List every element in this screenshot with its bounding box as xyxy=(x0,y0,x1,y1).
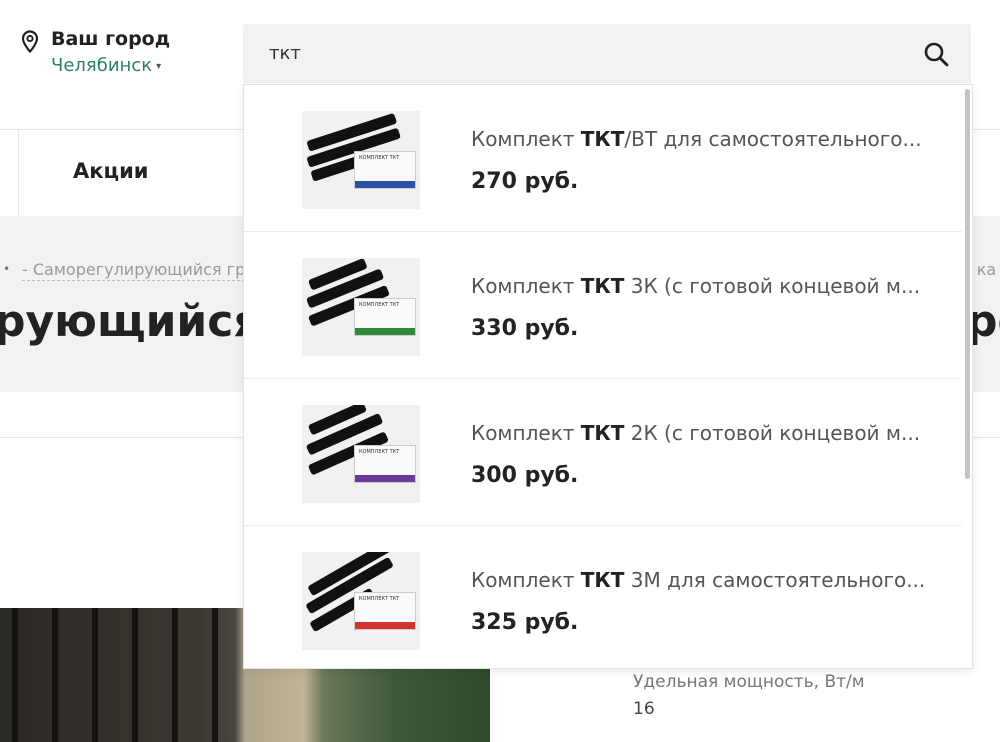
suggestion-price: 325 руб. xyxy=(471,610,579,635)
suggestion-item[interactable]: КОМПЛЕКТ ТКТ Комплект ТКТ 3К (с готовой … xyxy=(244,232,962,379)
suggestion-name: Комплект ТКТ 2К (с готовой концевой м... xyxy=(471,421,921,445)
suggestion-item[interactable]: КОМПЛЕКТ ТКТ Комплект ТКТ 3М для самосто… xyxy=(244,526,962,668)
suggestion-name: Комплект ТКТ 3М для самостоятельного... xyxy=(471,568,926,592)
city-label: Ваш город xyxy=(51,28,171,50)
spec-label: Удельная мощность, Вт/м xyxy=(633,672,865,692)
city-value[interactable]: Челябинск ▾ xyxy=(51,55,161,76)
breadcrumb[interactable]: - Саморегулирующийся гр xyxy=(22,260,246,281)
nav-item-akcii[interactable]: Акции xyxy=(73,159,149,183)
search-icon[interactable] xyxy=(923,41,949,67)
suggestion-price: 300 руб. xyxy=(471,463,579,488)
product-thumbnail: КОМПЛЕКТ ТКТ xyxy=(302,552,420,650)
nav-divider xyxy=(18,130,19,216)
thumb-caption: КОМПЛЕКТ ТКТ xyxy=(359,155,400,161)
thumb-caption: КОМПЛЕКТ ТКТ xyxy=(359,302,400,308)
scrollbar-thumb[interactable] xyxy=(965,89,970,479)
suggestion-item[interactable]: КОМПЛЕКТ ТКТ Комплект ТКТ 2К (с готовой … xyxy=(244,379,962,526)
suggestion-price: 330 руб. xyxy=(471,316,579,341)
spec-value: 16 xyxy=(633,699,655,719)
thumb-caption: КОМПЛЕКТ ТКТ xyxy=(359,596,400,602)
suggestion-name: Комплект ТКТ 3К (с готовой концевой м... xyxy=(471,274,921,298)
search-input[interactable] xyxy=(269,38,889,68)
breadcrumb-dot: • xyxy=(3,262,11,276)
search-box xyxy=(243,24,971,83)
page-title: рующийся xyxy=(0,296,262,347)
thumb-caption: КОМПЛЕКТ ТКТ xyxy=(359,449,400,455)
suggestion-price: 270 руб. xyxy=(471,169,579,194)
chevron-down-icon: ▾ xyxy=(156,60,162,72)
suggestion-item[interactable]: КОМПЛЕКТ ТКТ Комплект ТКТ/ВТ для самосто… xyxy=(244,85,962,232)
search-suggestions: КОМПЛЕКТ ТКТ Комплект ТКТ/ВТ для самосто… xyxy=(243,84,973,669)
location-pin-icon xyxy=(21,30,39,54)
product-thumbnail: КОМПЛЕКТ ТКТ xyxy=(302,405,420,503)
product-thumbnail: КОМПЛЕКТ ТКТ xyxy=(302,258,420,356)
product-thumbnail: КОМПЛЕКТ ТКТ xyxy=(302,111,420,209)
scrollbar[interactable] xyxy=(962,85,972,668)
suggestion-name: Комплект ТКТ/ВТ для самостоятельного... xyxy=(471,127,922,151)
